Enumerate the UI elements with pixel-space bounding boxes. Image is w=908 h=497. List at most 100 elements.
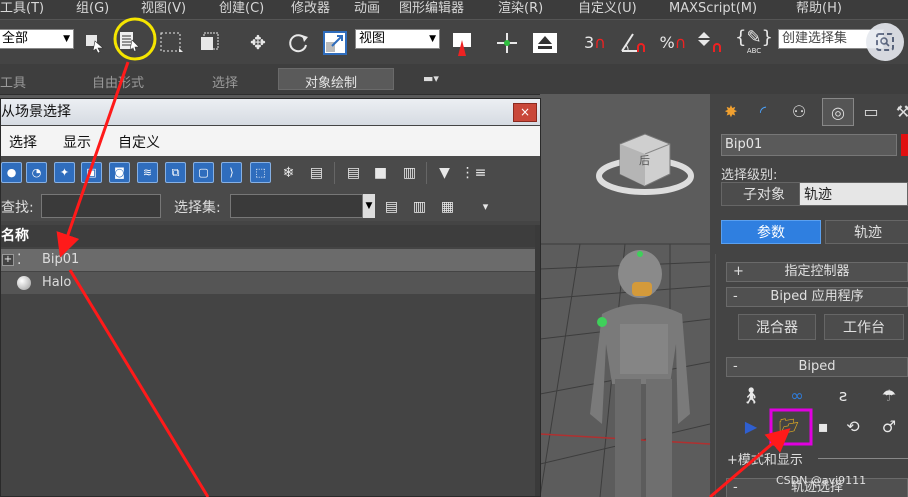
list-row-bip01[interactable]: + ⁚ Bip01	[1, 249, 535, 271]
filter-cameras-icon[interactable]: ▣	[81, 162, 102, 183]
move-icon[interactable]: ✥	[243, 28, 273, 58]
spinner-snap-icon[interactable]	[695, 26, 727, 58]
menu-help[interactable]: 帮助(H)	[796, 0, 842, 17]
mode-display-rollout[interactable]: +模式和显示	[727, 449, 803, 468]
edit-named-selection-icon[interactable]: {✎} ABC	[735, 24, 773, 60]
filter-lights-icon[interactable]: ✦	[54, 162, 75, 183]
menu-create[interactable]: 创建(C)	[219, 0, 264, 17]
snap-toggle-icon[interactable]: 3 ∩	[577, 26, 613, 58]
angle-snap-icon[interactable]	[617, 26, 649, 58]
filter-xrefs-icon[interactable]: ▢	[193, 162, 214, 183]
mixer-button[interactable]: 混合器	[738, 314, 816, 340]
select-by-name-icon[interactable]	[114, 26, 144, 56]
select-all-icon[interactable]: ▤	[343, 162, 364, 183]
ribbon-tab-object-paint[interactable]: 对象绘制	[305, 72, 357, 91]
ribbon-tab-tools[interactable]: 工具	[0, 72, 26, 91]
menu-graph-editors[interactable]: 图形编辑器	[399, 0, 464, 17]
dialog-close-button[interactable]: ×	[513, 103, 537, 122]
filter-hidden-icon[interactable]: ▤	[306, 162, 327, 183]
reference-coordinate-dropdown[interactable]: 视图 ▼	[355, 29, 440, 49]
object-color-swatch[interactable]	[901, 134, 908, 156]
find-input[interactable]	[41, 194, 161, 218]
sphere-icon	[17, 276, 31, 290]
selection-filter-dropdown[interactable]: 全部 ▼	[0, 29, 74, 49]
rollout-assign-controller[interactable]: + 指定控制器	[726, 262, 908, 282]
move-all-mode-icon[interactable]: ♂	[876, 414, 902, 438]
funnel-icon[interactable]: ▼	[434, 162, 455, 183]
biped-playback-icon[interactable]: ▶	[738, 414, 764, 438]
rollout-biped[interactable]: - Biped	[726, 357, 908, 377]
create-tab-icon[interactable]: ✸	[716, 98, 746, 124]
filter-bones-icon[interactable]: ⟩	[221, 162, 242, 183]
filter-helpers-icon[interactable]: ◙	[109, 162, 130, 183]
track-field[interactable]: 轨迹	[799, 182, 908, 206]
filter-spacewarps-icon[interactable]: ≋	[137, 162, 158, 183]
rollout-biped-apps[interactable]: - Biped 应用程序	[726, 287, 908, 307]
trajectories-button[interactable]: 轨迹	[825, 220, 908, 244]
menu-modifiers[interactable]: 修改器	[291, 0, 330, 17]
mixer-label: 混合器	[756, 320, 798, 336]
selset-remove-icon[interactable]: ▦	[437, 196, 458, 217]
sub-object-button[interactable]: 子对象	[721, 182, 807, 206]
menu-group[interactable]: 组(G)	[76, 0, 109, 17]
menu-view[interactable]: 视图(V)	[141, 0, 186, 17]
select-none-icon[interactable]: ■	[370, 162, 391, 183]
ribbon-options-icon[interactable]: ▬▾	[423, 72, 449, 86]
workbench-button[interactable]: 工作台	[824, 314, 904, 340]
footstep-mode-icon[interactable]: ∞	[784, 383, 810, 407]
rotate-icon[interactable]	[283, 28, 313, 58]
list-column-header[interactable]: 名称	[1, 225, 535, 247]
utilities-tab-icon[interactable]: ⚒	[888, 98, 908, 124]
mixer-mode-icon[interactable]: ☂︎	[876, 383, 902, 407]
biped-character[interactable]	[590, 250, 690, 497]
list-scrollbar[interactable]	[535, 225, 540, 496]
display-tab-icon[interactable]: ▭	[856, 98, 886, 124]
dialog-menu-customize[interactable]: 自定义	[118, 132, 160, 152]
dialog-menu-display[interactable]: 显示	[63, 132, 91, 152]
select-manipulate-icon[interactable]	[492, 28, 522, 58]
motion-tab-icon[interactable]: ◎	[822, 98, 854, 126]
pivot-center-icon[interactable]	[447, 28, 477, 58]
filter-groups-icon[interactable]: ⧉	[165, 162, 186, 183]
menu-tools[interactable]: 工具(T)	[0, 0, 44, 17]
keyboard-shortcut-override-icon[interactable]	[530, 28, 560, 58]
expand-toggle[interactable]: +	[2, 254, 14, 266]
convert-icon[interactable]: ⟲	[840, 414, 866, 438]
selset-select-icon[interactable]: ▤	[381, 196, 402, 217]
selection-set-dropdown[interactable]	[230, 194, 363, 218]
abc-label: ABC	[746, 47, 762, 55]
menu-animation[interactable]: 动画	[354, 0, 380, 17]
rect-selection-region-icon[interactable]	[157, 28, 185, 56]
modify-tab-icon[interactable]: ◜	[748, 98, 778, 124]
menu-customize[interactable]: 自定义(U)	[578, 0, 637, 17]
filter-containers-icon[interactable]: ⬚	[250, 162, 271, 183]
filter-list-icon[interactable]: ⋮≡	[461, 162, 487, 183]
chevron-down-icon[interactable]: ▼	[363, 194, 375, 218]
select-object-icon[interactable]	[80, 28, 108, 56]
window-crossing-icon[interactable]	[196, 28, 224, 56]
list-row-halo[interactable]: Halo	[1, 272, 535, 294]
select-invert-icon[interactable]: ▥	[399, 162, 420, 183]
hierarchy-tab-icon[interactable]: ⚇	[784, 98, 814, 124]
perspective-viewport[interactable]: 后	[540, 94, 710, 497]
dialog-menu-select[interactable]: 选择	[9, 132, 37, 152]
filter-geometry-icon[interactable]: ●	[1, 162, 22, 183]
overlay-search-button[interactable]	[866, 23, 904, 61]
percent-snap-icon[interactable]: % ∩	[655, 26, 691, 58]
figure-mode-icon[interactable]: 🚶︎	[738, 383, 764, 407]
params-button[interactable]: 参数	[721, 220, 821, 244]
menu-rendering[interactable]: 渲染(R)	[498, 0, 543, 17]
ribbon-tab-freeform[interactable]: 自由形式	[92, 72, 144, 91]
dialog-titlebar[interactable]: 从场景选择	[1, 99, 540, 125]
load-file-icon[interactable]: 📂︎	[776, 414, 802, 438]
filter-shapes-icon[interactable]: ◔	[26, 162, 47, 183]
object-name-field[interactable]: Bip01	[721, 134, 897, 156]
filter-frozen-icon[interactable]: ❄	[278, 162, 299, 183]
selset-add-icon[interactable]: ▥	[409, 196, 430, 217]
motion-flow-mode-icon[interactable]: ƨ	[830, 383, 856, 407]
menu-maxscript[interactable]: MAXScript(M)	[669, 0, 757, 17]
scale-icon[interactable]	[320, 28, 350, 58]
more-options-icon[interactable]: ▾	[475, 196, 496, 217]
ribbon-tab-selection[interactable]: 选择	[212, 72, 238, 91]
save-file-icon[interactable]: ▪	[810, 414, 836, 438]
